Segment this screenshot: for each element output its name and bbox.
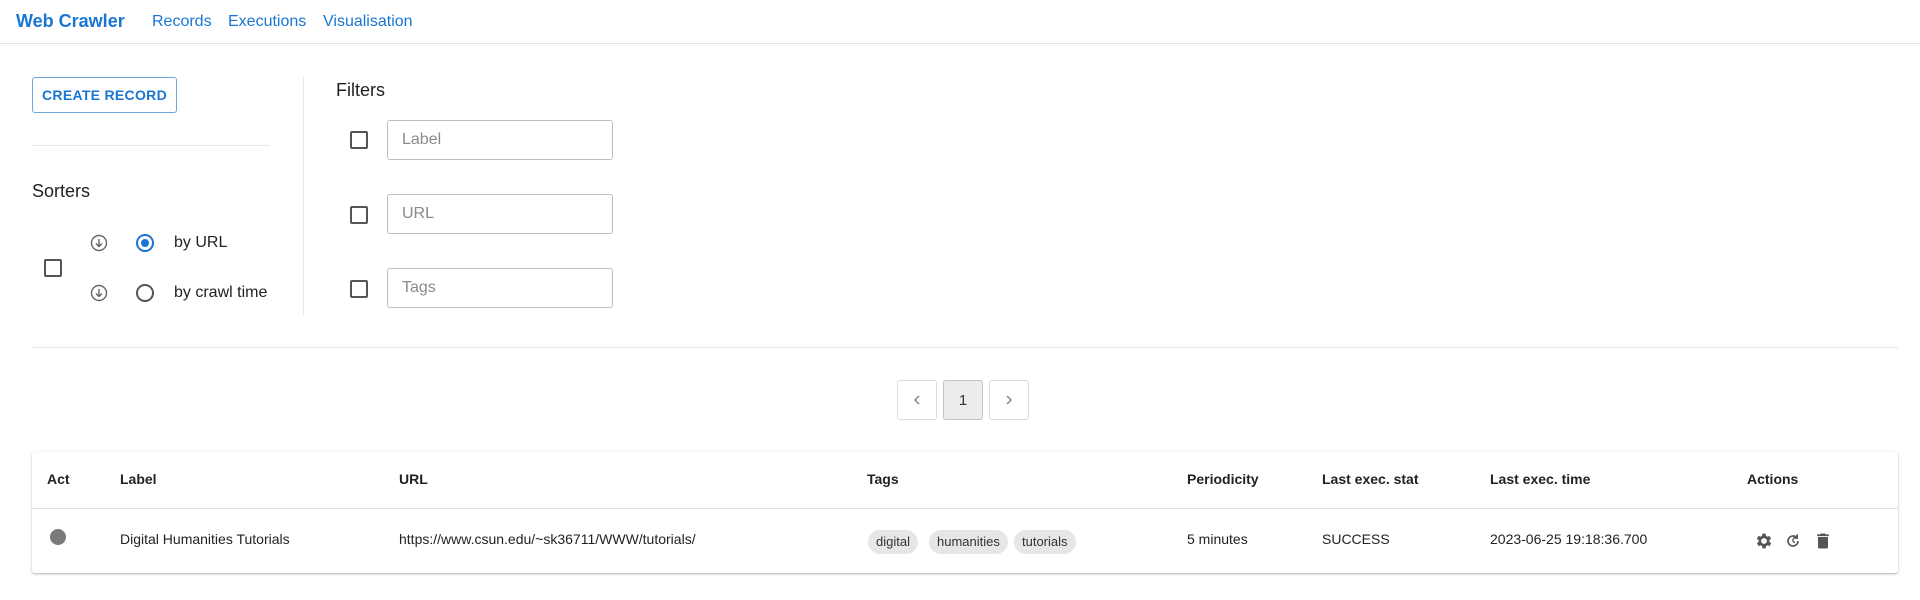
filter-label-checkbox[interactable] [350,131,368,149]
row-last-status: SUCCESS [1322,531,1390,547]
column-header-last-time[interactable]: Last exec. time [1490,471,1590,487]
sort-by-url-label: by URL [174,234,228,251]
row-url[interactable]: https://www.csun.edu/~sk36711/WWW/tutori… [399,531,696,547]
active-status-dot[interactable] [50,529,66,545]
column-header-actions: Actions [1747,471,1799,487]
column-header-url[interactable]: URL [399,471,428,487]
refresh-icon[interactable] [1783,531,1803,551]
sort-by-crawl-time-label: by crawl time [174,284,268,301]
pagination-prev-button[interactable] [897,380,937,420]
sort-by-url-radio[interactable] [136,234,154,252]
tag-chip: digital [868,530,918,554]
nav-records[interactable]: Records [152,13,212,31]
filter-tags-input[interactable] [387,268,613,308]
filters-title: Filters [336,80,385,100]
filter-url-input[interactable] [387,194,613,234]
sorters-title: Sorters [32,181,91,201]
row-label: Digital Humanities Tutorials [120,531,290,547]
chevron-left-icon [913,395,920,405]
divider [32,145,270,146]
gear-icon[interactable] [1754,531,1774,551]
column-header-label[interactable]: Label [120,471,157,487]
header-separator [32,508,1898,509]
records-table: Act Label URL Tags Periodicity Last exec… [32,452,1898,573]
filter-label-input[interactable] [387,120,613,160]
nav-executions[interactable]: Executions [228,13,306,31]
create-record-button[interactable]: CREATE RECORD [32,77,177,113]
nav-visualisation[interactable]: Visualisation [323,13,413,31]
filter-url-checkbox[interactable] [350,206,368,224]
column-header-tags[interactable]: Tags [867,471,899,487]
top-navbar: Web Crawler Records Executions Visualisa… [0,0,1920,44]
column-header-last-status[interactable]: Last exec. stat [1322,471,1419,487]
tag-chip: tutorials [1014,530,1076,554]
sort-direction-time-icon[interactable] [90,284,108,302]
pagination-page-button[interactable]: 1 [943,380,983,420]
trash-icon[interactable] [1813,531,1833,551]
column-header-periodicity[interactable]: Periodicity [1187,471,1259,487]
column-header-act[interactable]: Act [47,471,70,487]
sort-by-crawl-time-radio[interactable] [136,284,154,302]
sorter-enable-checkbox[interactable] [44,259,62,277]
chevron-right-icon [1006,395,1013,405]
row-periodicity: 5 minutes [1187,531,1248,547]
filter-tags-checkbox[interactable] [350,280,368,298]
row-last-time: 2023-06-25 19:18:36.700 [1490,531,1648,547]
app-brand[interactable]: Web Crawler [16,11,125,32]
divider [32,347,1898,348]
vertical-divider [303,77,304,315]
sort-direction-url-icon[interactable] [90,234,108,252]
pagination-next-button[interactable] [989,380,1029,420]
tag-chip: humanities [929,530,1008,554]
